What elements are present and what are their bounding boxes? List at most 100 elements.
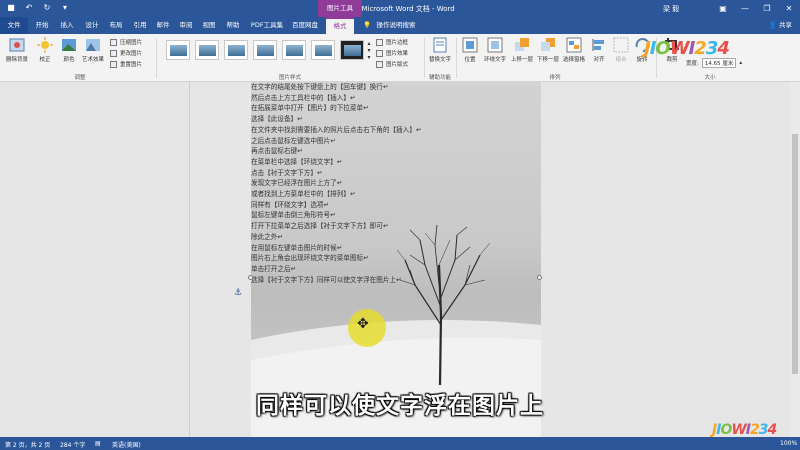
selection-pane-button[interactable]: 选择窗格 bbox=[561, 37, 587, 63]
tab-view[interactable]: 视图 bbox=[197, 17, 221, 34]
width-field[interactable]: 宽度: 14.65 厘米 ▴ bbox=[686, 58, 742, 68]
minimize-button[interactable]: — bbox=[734, 0, 756, 17]
document-line[interactable]: 选择【衬于文字下方】同样可以使文字浮在图片上↵ bbox=[251, 276, 402, 285]
accessibility-group-label: 辅助功能 bbox=[428, 75, 451, 81]
align-button[interactable]: 对齐 bbox=[589, 37, 609, 63]
watermark-logo-bottom: JIOWI234 bbox=[712, 422, 777, 438]
color-icon bbox=[62, 39, 76, 51]
group-icon bbox=[613, 37, 629, 53]
document-line[interactable]: 打开下拉菜单之后选择【衬于文字下方】即可↵ bbox=[251, 222, 388, 231]
group-button[interactable]: 组合 bbox=[611, 37, 631, 63]
position-icon bbox=[462, 37, 478, 53]
ribbon-tabs: 图片工具 文件 开始 插入 设计 布局 引用 邮件 审阅 视图 帮助 PDF工具… bbox=[0, 0, 800, 34]
tell-me-search[interactable]: 操作说明搜索 bbox=[374, 17, 418, 34]
ribbon-display-icon[interactable]: ▣ bbox=[712, 0, 734, 17]
picture-layout-button[interactable]: 图片版式 bbox=[376, 60, 408, 68]
document-line[interactable]: 发现文字已经浮在图片上方了↵ bbox=[251, 179, 342, 188]
tab-help[interactable]: 帮助 bbox=[221, 17, 245, 34]
tab-design[interactable]: 设计 bbox=[80, 17, 104, 34]
document-line[interactable]: 图片右上角会出现环绕文字的菜单图标↵ bbox=[251, 254, 369, 263]
picture-style-6[interactable] bbox=[311, 40, 335, 60]
picture-style-2[interactable] bbox=[195, 40, 219, 60]
user-name[interactable]: 梁 毅 bbox=[663, 4, 679, 14]
document-line[interactable]: 在文字的结尾处按下键盘上的【回车键】换行↵ bbox=[251, 83, 388, 92]
compress-pictures-button[interactable]: 压缩图片 bbox=[110, 38, 142, 46]
change-picture-button[interactable]: 更改图片 bbox=[110, 49, 142, 57]
corrections-button[interactable]: 校正 bbox=[34, 37, 56, 63]
document-line[interactable]: 在用鼠标左键单击图片的时候↵ bbox=[251, 244, 342, 253]
document-line[interactable]: 然后点击上方工具栏中的【插入】↵ bbox=[251, 94, 355, 103]
tab-format[interactable]: 格式 bbox=[326, 17, 354, 34]
picture-style-4[interactable] bbox=[253, 40, 277, 60]
styles-gallery-more-icon[interactable]: ▴ ▾ ▾ bbox=[366, 40, 372, 61]
share-button[interactable]: 👤 共享 bbox=[769, 17, 792, 34]
picture-style-5[interactable] bbox=[282, 40, 306, 60]
sun-icon bbox=[37, 37, 53, 53]
window-title: 新建 Microsoft Word 文档 - Word bbox=[345, 5, 455, 13]
picture-tools-header: 图片工具 bbox=[318, 0, 362, 17]
document-line[interactable]: 之后点击鼠标左键选中图片↵ bbox=[251, 137, 336, 146]
restore-button[interactable]: ❐ bbox=[756, 0, 778, 17]
remove-background-icon bbox=[9, 38, 25, 52]
align-icon bbox=[592, 39, 604, 51]
page-count[interactable]: 第 2 页，共 2 页 bbox=[5, 440, 50, 449]
document-line[interactable]: 单击打开之后↵ bbox=[251, 265, 296, 274]
wrap-text-button[interactable]: 环绕文字 bbox=[481, 37, 509, 63]
picture-style-1[interactable] bbox=[166, 40, 190, 60]
document-line[interactable]: 鼠标左键单击倒三角形符号↵ bbox=[251, 211, 336, 220]
tab-pdf-tools[interactable]: PDF工具集 bbox=[247, 17, 287, 34]
word-count[interactable]: 284 个字 bbox=[60, 440, 85, 449]
bring-forward-icon bbox=[515, 38, 529, 51]
alt-text-button[interactable]: 替换文字 bbox=[428, 37, 452, 63]
watermark-logo-top: JIOWI234 bbox=[644, 38, 730, 59]
bring-forward-button[interactable]: 上移一层 bbox=[509, 37, 535, 63]
language[interactable]: 英语(美国) bbox=[112, 440, 141, 449]
reset-picture-button[interactable]: 重置图片 bbox=[110, 60, 142, 68]
send-backward-button[interactable]: 下移一层 bbox=[535, 37, 561, 63]
compress-icon bbox=[110, 38, 117, 46]
tab-home[interactable]: 开始 bbox=[30, 17, 54, 34]
status-bar: 第 2 页，共 2 页 284 个字 ▤ 英语(美国) 100% bbox=[0, 437, 800, 450]
selection-pane-icon bbox=[566, 37, 582, 53]
vertical-scrollbar[interactable] bbox=[790, 82, 800, 437]
tab-insert[interactable]: 插入 bbox=[55, 17, 79, 34]
document-line[interactable]: 点击【衬于文字下方】↵ bbox=[251, 169, 322, 178]
reset-picture-icon bbox=[110, 60, 117, 68]
proofing-icon[interactable]: ▤ bbox=[95, 440, 101, 447]
picture-effects-icon bbox=[376, 49, 383, 57]
artistic-effects-button[interactable]: 艺术效果 bbox=[80, 37, 106, 63]
document-line[interactable]: 选择【此设备】↵ bbox=[251, 115, 303, 124]
send-backward-icon bbox=[541, 38, 555, 51]
document-line[interactable]: 在文件夹中找到需要插入的照片后点击右下角的【插入】↵ bbox=[251, 126, 421, 135]
document-line[interactable]: 或者找到上方菜单栏中的【排列】↵ bbox=[251, 190, 355, 199]
arrange-group-label: 排列 bbox=[549, 75, 561, 81]
tab-mailings[interactable]: 邮件 bbox=[151, 17, 175, 34]
video-subtitle: 同样可以使文字浮在图片上 bbox=[256, 393, 544, 419]
document-line[interactable]: 在拓展菜单中打开【图片】的下拉菜单↵ bbox=[251, 104, 369, 113]
document-line[interactable]: 再点击鼠标右键↵ bbox=[251, 147, 303, 156]
document-line[interactable]: 在菜单栏中选择【环绕文字】↵ bbox=[251, 158, 342, 167]
document-line[interactable]: 同样有【环绕文字】选项↵ bbox=[251, 201, 329, 210]
picture-style-3[interactable] bbox=[224, 40, 248, 60]
wrap-text-icon bbox=[487, 37, 503, 53]
picture-effects-button[interactable]: 图片效果 bbox=[376, 49, 408, 57]
scrollbar-thumb[interactable] bbox=[792, 134, 798, 374]
document-line[interactable]: 除此之外↵ bbox=[251, 233, 283, 242]
picture-border-button[interactable]: 图片边框 bbox=[376, 38, 408, 46]
resize-handle-left[interactable] bbox=[248, 275, 253, 280]
tab-layout[interactable]: 布局 bbox=[104, 17, 128, 34]
color-button[interactable]: 颜色 bbox=[58, 37, 80, 63]
remove-background-button[interactable]: 删除背景 bbox=[4, 37, 30, 63]
position-button[interactable]: 位置 bbox=[459, 37, 481, 63]
tab-references[interactable]: 引用 bbox=[128, 17, 152, 34]
tab-baidu-netdisk[interactable]: 百度网盘 bbox=[290, 17, 320, 34]
close-button[interactable]: ✕ bbox=[778, 0, 800, 17]
tree-icon bbox=[396, 225, 491, 385]
picture-style-7[interactable] bbox=[340, 40, 364, 60]
artistic-effects-icon bbox=[86, 39, 100, 51]
tab-review[interactable]: 审阅 bbox=[174, 17, 198, 34]
zoom-level[interactable]: 100% bbox=[780, 440, 797, 447]
resize-handle-right[interactable] bbox=[537, 275, 542, 280]
change-picture-icon bbox=[110, 49, 117, 57]
tab-file[interactable]: 文件 bbox=[0, 17, 28, 34]
